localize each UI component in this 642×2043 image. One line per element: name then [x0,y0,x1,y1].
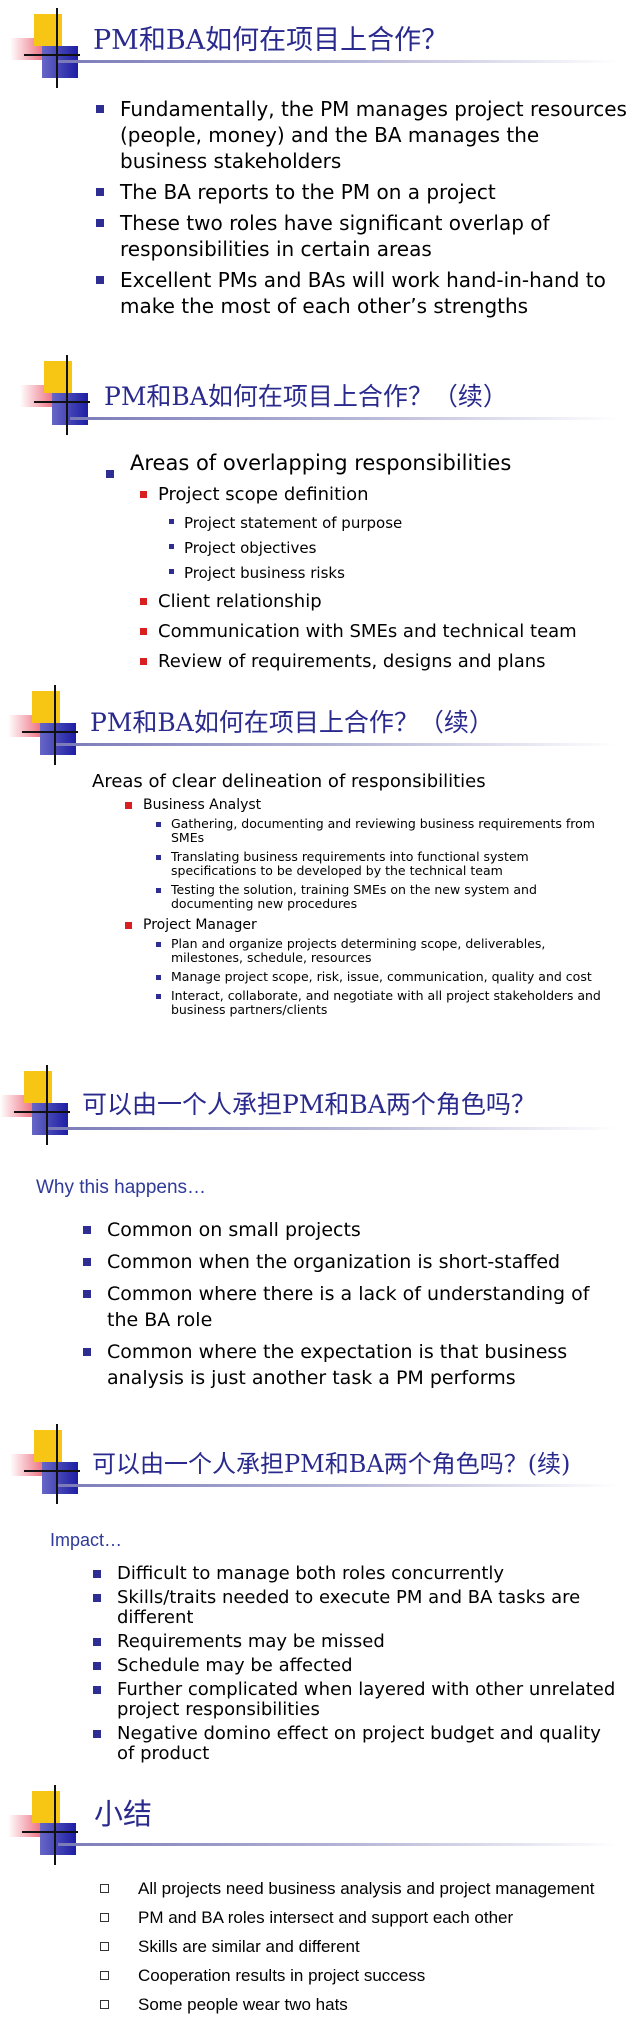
slide-title: 小结 [94,1797,153,1831]
list-item: Difficult to manage both roles concurren… [93,1564,617,1584]
slide-title: PM和BA如何在项目上合作？ [93,25,449,56]
bullet-list: Fundamentally, the PM manages project re… [96,96,630,319]
bullet-list: Difficult to manage both roles concurren… [93,1564,617,1764]
list-item: Requirements may be missed [93,1632,617,1652]
bullet-list: All projects need business analysis and … [100,1877,618,2016]
slide-6: 小结 All projects need business analysis a… [0,1785,642,2043]
list-item: Communication with SMEs and technical te… [140,620,628,644]
list-item: Fundamentally, the PM manages project re… [96,96,630,174]
section-heading: Areas of overlapping responsibilities [130,451,512,475]
list-item: The BA reports to the PM on a project [96,179,630,205]
group-list: Business Analyst Gathering, documenting … [125,796,613,1017]
title-rule [58,1843,618,1846]
slide-5: 可以由一个人承担PM和BA两个角色吗？(续) Impact… Difficult… [0,1420,642,1785]
sub-list-item: Plan and organize projects determining s… [156,937,611,965]
list-item: Common when the organization is short-st… [83,1249,617,1275]
list-item: Cooperation results in project success [100,1964,618,1987]
sub-list: Gathering, documenting and reviewing bus… [156,817,611,911]
list-item: Skills/traits needed to execute PM and B… [93,1588,617,1628]
list-item: Schedule may be affected [93,1656,617,1676]
sub-list-item: Manage project scope, risk, issue, commu… [156,970,611,984]
slide-2: PM和BA如何在项目上合作？（续） Areas of overlapping r… [0,345,642,685]
list-item: Common where there is a lack of understa… [83,1281,617,1333]
slide-title: 可以由一个人承担PM和BA两个角色吗？(续) [92,1450,571,1478]
list-item: PM and BA roles intersect and support ea… [100,1906,618,1929]
title-rule [58,60,618,63]
sub-list: Project statement of purpose Project obj… [169,511,628,586]
title-rule [56,743,616,746]
list-item: Common on small projects [83,1217,617,1243]
slide-3: PM和BA如何在项目上合作？（续） Areas of clear delinea… [0,685,642,1065]
section-subheading: Impact… [50,1530,123,1550]
list-item-label: Project scope definition [158,484,369,505]
list-item: Further complicated when layered with ot… [93,1679,616,1720]
slide-title: 可以由一个人承担PM和BA两个角色吗？ [82,1090,536,1119]
list-item: Negative domino effect on project budget… [93,1724,617,1764]
sub-list-item: Project business risks [169,561,628,586]
list-item: Review of requirements, designs and plan… [140,650,628,674]
group-label: Project Manager [143,917,257,933]
slide-4: 可以由一个人承担PM和BA两个角色吗？ Why this happens… Co… [0,1065,642,1420]
list-item: Project scope definition Project stateme… [140,483,628,586]
list-item: All projects need business analysis and … [100,1877,618,1900]
slide-title: PM和BA如何在项目上合作？（续） [90,708,494,737]
list-item: Excellent PMs and BAs will work hand-in-… [96,267,630,319]
title-rule [58,1484,618,1487]
group-label: Business Analyst [143,797,262,813]
list-item: Business Analyst Gathering, documenting … [125,796,613,911]
list-item: Project Manager Plan and organize projec… [125,916,613,1017]
title-rule [70,417,618,420]
list-item: Skills are similar and different [100,1935,618,1958]
list-item: Common where the expectation is that bus… [83,1339,617,1391]
bullet-list: Common on small projects Common when the… [83,1217,617,1391]
section-subheading: Why this happens… [36,1177,207,1198]
sub-list-item: Testing the solution, training SMEs on t… [156,883,611,911]
slide-title: PM和BA如何在项目上合作？（续） [104,382,508,411]
bullet-list: Project scope definition Project stateme… [140,483,628,674]
sub-list-item: Interact, collaborate, and negotiate wit… [156,989,611,1017]
list-item: Client relationship [140,590,628,614]
sub-list-item: Gathering, documenting and reviewing bus… [156,817,611,845]
sub-list-item: Project statement of purpose [169,511,628,536]
list-item: Some people wear two hats [100,1993,618,2016]
slide-1: PM和BA如何在项目上合作？ Fundamentally, the PM man… [0,0,642,345]
sub-list-item: Project objectives [169,536,628,561]
section-heading: Areas of clear delineation of responsibi… [92,771,486,792]
sub-list: Plan and organize projects determining s… [156,937,611,1017]
list-item: These two roles have significant overlap… [96,210,630,262]
title-rule [48,1127,618,1130]
sub-list-item: Translating business requirements into f… [156,850,611,878]
